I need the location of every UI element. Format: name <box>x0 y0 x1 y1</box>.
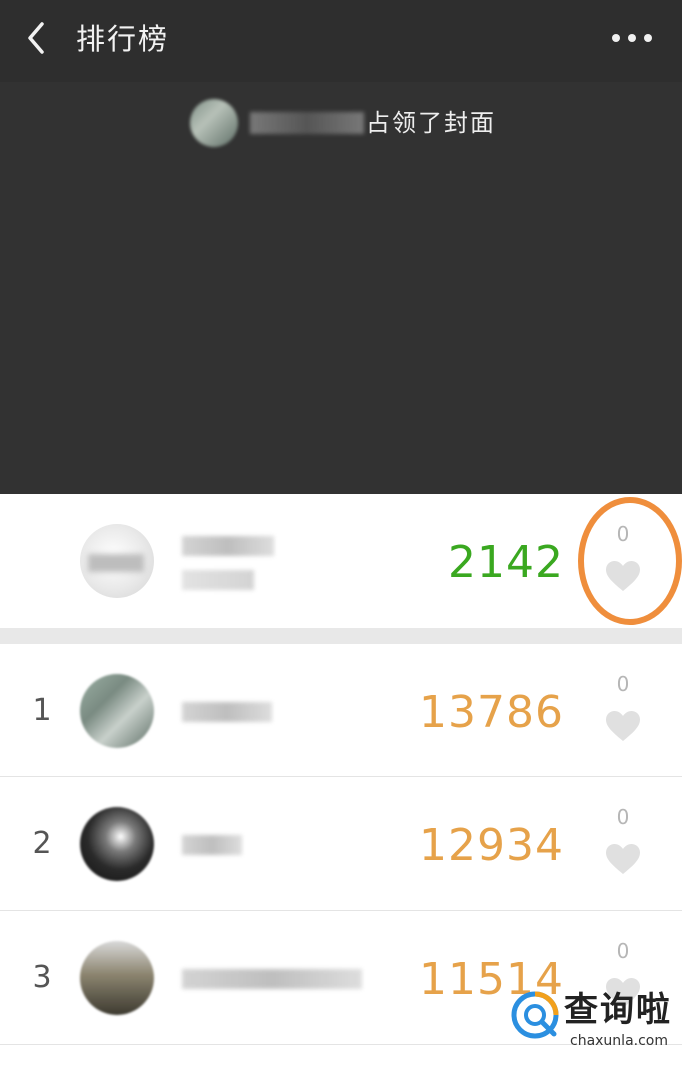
avatar[interactable] <box>80 674 154 748</box>
heart-icon <box>606 844 640 874</box>
rank-number: 2 <box>32 826 52 861</box>
user-name-redacted <box>182 702 272 722</box>
more-dots-icon <box>612 34 620 42</box>
cover-area: 排行榜 占领了封面 <box>0 0 682 494</box>
like-count: 0 <box>616 805 630 829</box>
heart-icon <box>606 561 640 591</box>
like-count: 0 <box>616 939 630 963</box>
heart-icon <box>606 978 640 1008</box>
cover-caption: 占领了封面 <box>366 109 496 137</box>
rank-row[interactable]: 1 13786 0 <box>0 644 682 777</box>
rank-row[interactable]: 3 11514 0 <box>0 911 682 1045</box>
like-count: 0 <box>616 522 630 546</box>
avatar[interactable] <box>80 807 154 881</box>
cover-owner-avatar <box>190 99 238 147</box>
back-arrow-icon <box>28 22 44 54</box>
rank-row[interactable]: 2 12934 0 <box>0 777 682 911</box>
rank-number: 3 <box>32 960 52 995</box>
like-count: 0 <box>616 672 630 696</box>
user-subtitle-redacted <box>182 570 254 590</box>
cover-owner[interactable]: 占领了封面 <box>190 95 496 151</box>
rank-number: 1 <box>32 693 52 728</box>
user-name-redacted <box>182 969 362 989</box>
page-title: 排行榜 <box>76 22 170 56</box>
avatar[interactable] <box>80 941 154 1015</box>
heart-icon <box>606 711 640 741</box>
like-button[interactable]: 0 <box>604 803 642 875</box>
section-divider <box>0 628 682 644</box>
avatar[interactable] <box>80 524 154 598</box>
step-count: 11514 <box>419 954 564 1005</box>
step-count: 2142 <box>448 537 564 588</box>
my-rank-row[interactable]: 2142 0 <box>0 494 682 628</box>
more-button[interactable] <box>612 26 652 50</box>
user-name-redacted <box>182 835 242 855</box>
like-button[interactable]: 0 <box>604 670 642 742</box>
cover-owner-name-redacted <box>250 112 364 134</box>
back-button[interactable] <box>18 18 58 58</box>
navbar: 排行榜 <box>0 0 682 82</box>
like-button[interactable]: 0 <box>604 520 642 592</box>
like-button[interactable]: 0 <box>604 937 642 1009</box>
user-name-redacted <box>182 536 274 556</box>
step-count: 13786 <box>419 687 564 738</box>
step-count: 12934 <box>419 820 564 871</box>
